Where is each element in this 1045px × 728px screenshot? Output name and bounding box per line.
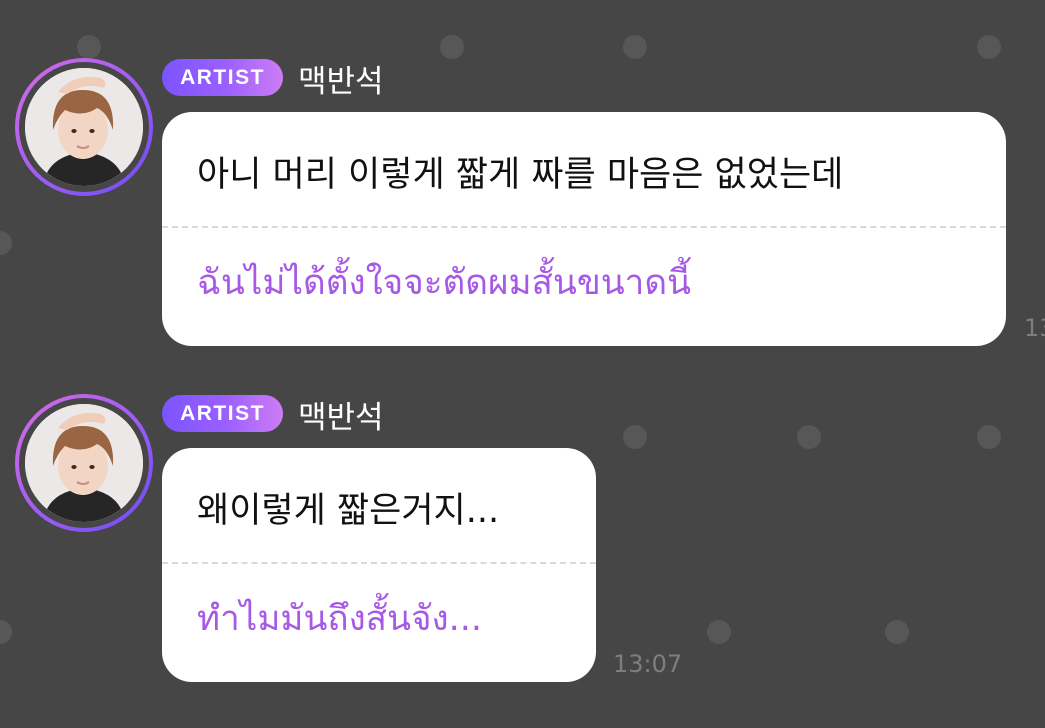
background-dot	[885, 620, 909, 644]
background-dot	[977, 425, 1001, 449]
background-dot	[707, 620, 731, 644]
background-dot	[0, 231, 12, 255]
artist-badge: ARTIST	[162, 59, 283, 96]
original-message-text: 아니 머리 이렇게 짧게 짜를 마음은 없었는데	[197, 155, 844, 195]
divider	[162, 226, 1006, 228]
original-message-text: 왜이렇게 짧은거지...	[197, 491, 500, 531]
message-timestamp: 13	[1024, 314, 1045, 342]
avatar-frame	[19, 398, 149, 528]
background-dot	[797, 425, 821, 449]
person-portrait-icon	[25, 404, 143, 522]
avatar-photo	[25, 404, 143, 522]
message-bubble[interactable]: 왜이렇게 짧은거지... ทำไมมันถึงสั้นจัง...	[162, 448, 596, 682]
divider	[162, 562, 596, 564]
sender-name: 맥반석	[298, 400, 384, 436]
avatar[interactable]	[15, 394, 153, 532]
background-dot	[77, 35, 101, 59]
message-bubble[interactable]: 아니 머리 이렇게 짧게 짜를 마음은 없었는데 ฉันไม่ได้ตั้งใจ…	[162, 112, 1006, 346]
sender-name: 맥반석	[298, 64, 384, 100]
translated-message-text: ฉันไม่ได้ตั้งใจจะตัดผมสั้นขนาดนี้	[197, 263, 691, 303]
avatar[interactable]	[15, 58, 153, 196]
background-dot	[440, 35, 464, 59]
avatar-frame	[19, 62, 149, 192]
message-timestamp: 13:07	[613, 650, 683, 678]
background-dot	[623, 425, 647, 449]
background-dot	[0, 620, 12, 644]
background-dot	[623, 35, 647, 59]
person-portrait-icon	[25, 68, 143, 186]
translated-message-text: ทำไมมันถึงสั้นจัง...	[197, 599, 482, 639]
avatar-photo	[25, 68, 143, 186]
background-dot	[977, 35, 1001, 59]
artist-badge: ARTIST	[162, 395, 283, 432]
